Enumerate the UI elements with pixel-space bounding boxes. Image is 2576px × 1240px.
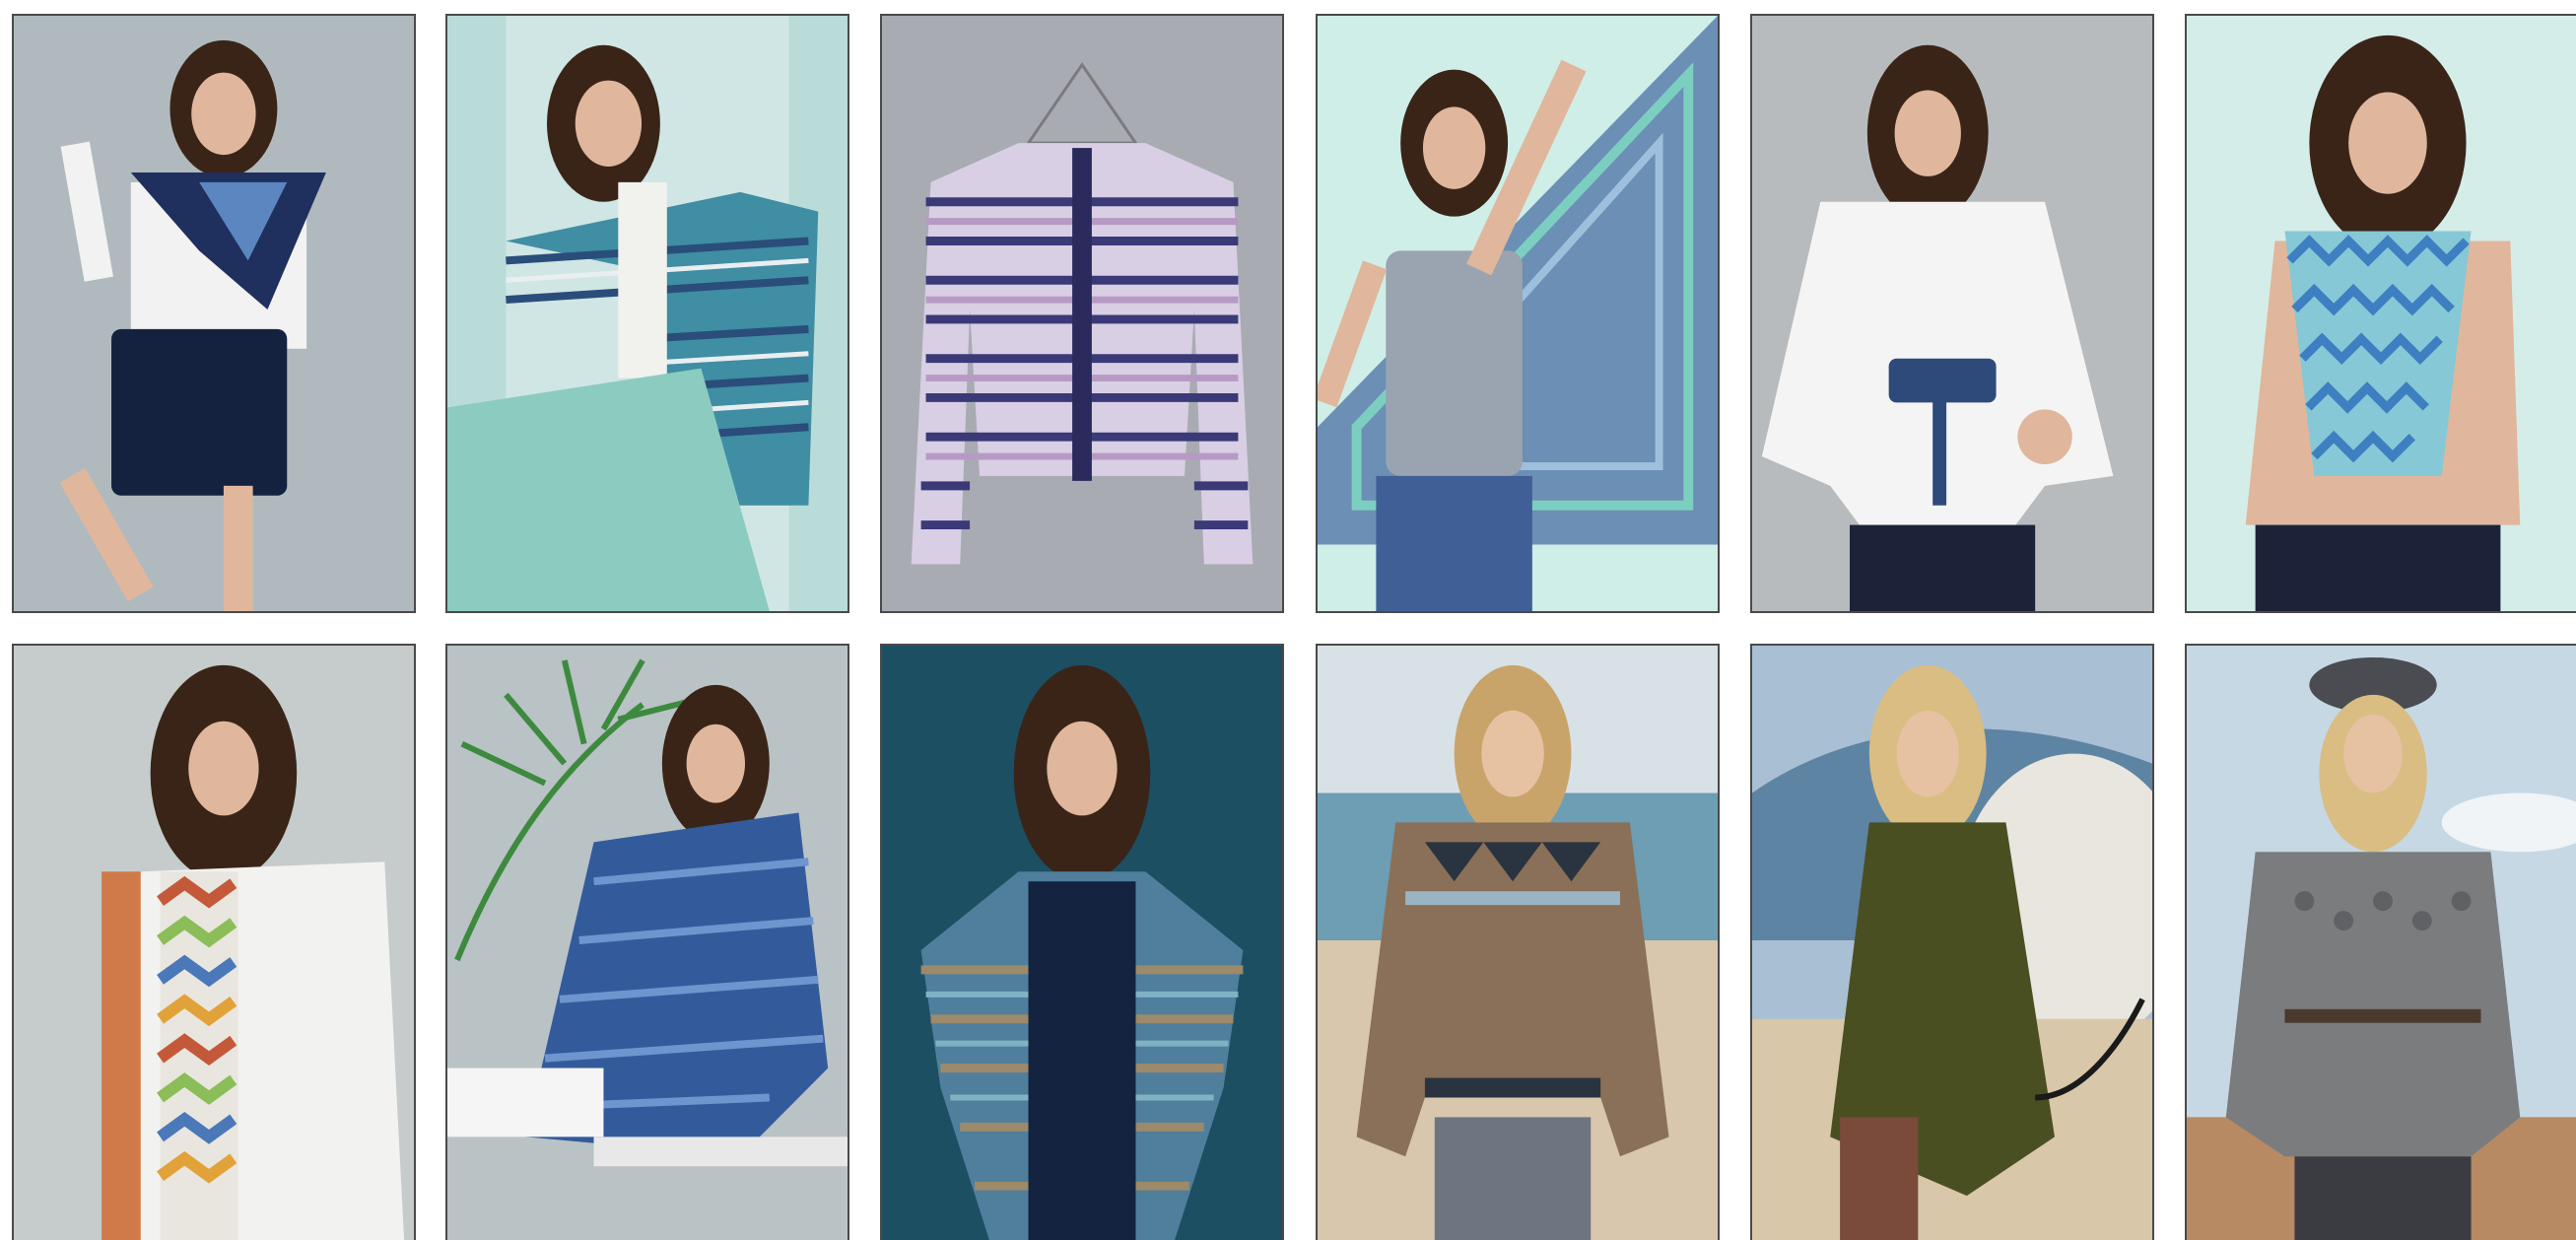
photo-model-multicolor-jacket xyxy=(882,646,1282,1240)
photo-model-navy-wrap-shawl xyxy=(14,16,414,611)
photo-striped-cardigan-on-hanger xyxy=(882,16,1282,611)
photo-model-olive-poncho xyxy=(1752,646,2152,1240)
photo-tile-3[interactable] xyxy=(880,14,1284,613)
photo-tile-7[interactable] xyxy=(12,644,416,1240)
photo-tile-12[interactable] xyxy=(2185,644,2576,1240)
photo-model-striped-teal-cardigan xyxy=(447,16,847,611)
photo-model-fair-isle-sweater xyxy=(1318,646,1718,1240)
photo-tile-5[interactable] xyxy=(1750,14,2154,613)
photo-tile-4[interactable] xyxy=(1316,14,1720,613)
photo-tile-1[interactable] xyxy=(12,14,416,613)
photo-model-rainbow-zigzag-cardigan xyxy=(14,646,414,1240)
photo-tile-8[interactable] xyxy=(445,644,849,1240)
photo-tile-11[interactable] xyxy=(1750,644,2154,1240)
photo-model-blue-long-cardigan xyxy=(447,646,847,1240)
photo-model-with-zigzag-scarf xyxy=(2187,16,2576,611)
photo-model-white-top-with-belt xyxy=(1752,16,2152,611)
photo-model-holding-crochet-shawl xyxy=(1318,16,1718,611)
photo-model-grey-bobble-sweater xyxy=(2187,646,2576,1240)
photo-tile-9[interactable] xyxy=(880,644,1284,1240)
photo-tile-2[interactable] xyxy=(445,14,849,613)
photo-tile-6[interactable] xyxy=(2185,14,2576,613)
photo-tile-10[interactable] xyxy=(1316,644,1720,1240)
